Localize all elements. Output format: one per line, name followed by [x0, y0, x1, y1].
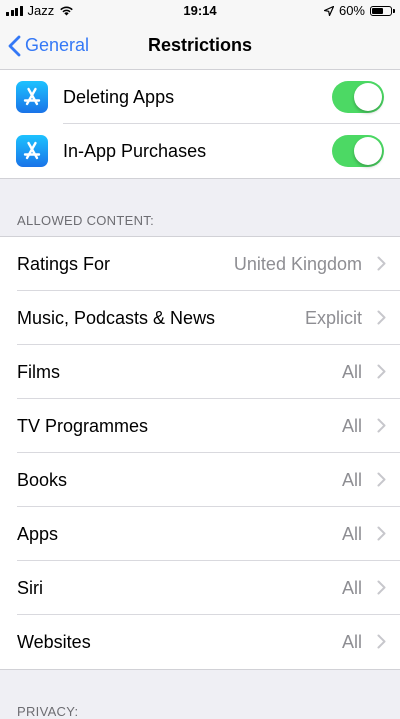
row-value: All: [341, 631, 362, 652]
chevron-right-icon: [377, 472, 386, 487]
row-label: Siri: [17, 577, 43, 598]
allowed-content-header: ALLOWED CONTENT:: [17, 213, 154, 228]
tv-programmes-row[interactable]: TV Programmes All: [0, 399, 400, 453]
status-right: 60%: [323, 3, 395, 18]
row-value: All: [341, 415, 362, 436]
in-app-purchases-toggle[interactable]: [332, 135, 384, 167]
chevron-right-icon: [377, 580, 386, 595]
row-value: Explicit: [304, 307, 362, 328]
toggle-label: In-App Purchases: [63, 140, 207, 161]
row-label: Music, Podcasts & News: [17, 307, 216, 328]
row-label: TV Programmes: [17, 415, 149, 436]
apps-row[interactable]: Apps All: [0, 507, 400, 561]
app-store-icon: [16, 81, 48, 113]
chevron-right-icon: [377, 310, 386, 325]
siri-row[interactable]: Siri All: [0, 561, 400, 615]
row-label: Websites: [17, 631, 91, 652]
battery-level: [372, 7, 383, 14]
toggle-row-in-app-purchases: In-App Purchases: [0, 124, 400, 178]
page-title: Restrictions: [147, 35, 253, 55]
row-label: Books: [17, 469, 68, 490]
films-row[interactable]: Films All: [0, 345, 400, 399]
row-value: All: [341, 523, 362, 544]
battery-icon: [370, 5, 395, 16]
music-podcasts-news-row[interactable]: Music, Podcasts & News Explicit: [0, 291, 400, 345]
deleting-apps-toggle[interactable]: [332, 81, 384, 113]
row-label: Apps: [17, 523, 59, 544]
status-bar: Jazz 19:14 60%: [0, 0, 400, 22]
chevron-right-icon: [377, 526, 386, 541]
chevron-right-icon: [377, 418, 386, 433]
books-row[interactable]: Books All: [0, 453, 400, 507]
toggle-label: Deleting Apps: [63, 86, 175, 107]
toggle-row-deleting-apps: Deleting Apps: [0, 70, 400, 124]
battery-percent: 60%: [338, 3, 365, 18]
chevron-right-icon: [377, 364, 386, 379]
row-value: United Kingdom: [233, 253, 362, 274]
websites-row[interactable]: Websites All: [0, 615, 400, 669]
ratings-for-row[interactable]: Ratings For United Kingdom: [0, 237, 400, 291]
navigation-bar: General Restrictions: [0, 22, 400, 70]
row-label: Films: [17, 361, 60, 382]
chevron-right-icon: [377, 256, 386, 271]
row-label: Ratings For: [17, 253, 111, 274]
row-value: All: [341, 577, 362, 598]
chevron-right-icon: [377, 634, 386, 649]
privacy-header: PRIVACY:: [17, 704, 79, 719]
app-store-icon: [16, 135, 48, 167]
allowed-content-group: Ratings For United Kingdom Music, Podcas…: [0, 236, 400, 670]
location-arrow-icon: [323, 5, 334, 16]
toggles-group: Deleting Apps In-App Purchases: [0, 69, 400, 179]
row-value: All: [341, 361, 362, 382]
row-value: All: [341, 469, 362, 490]
